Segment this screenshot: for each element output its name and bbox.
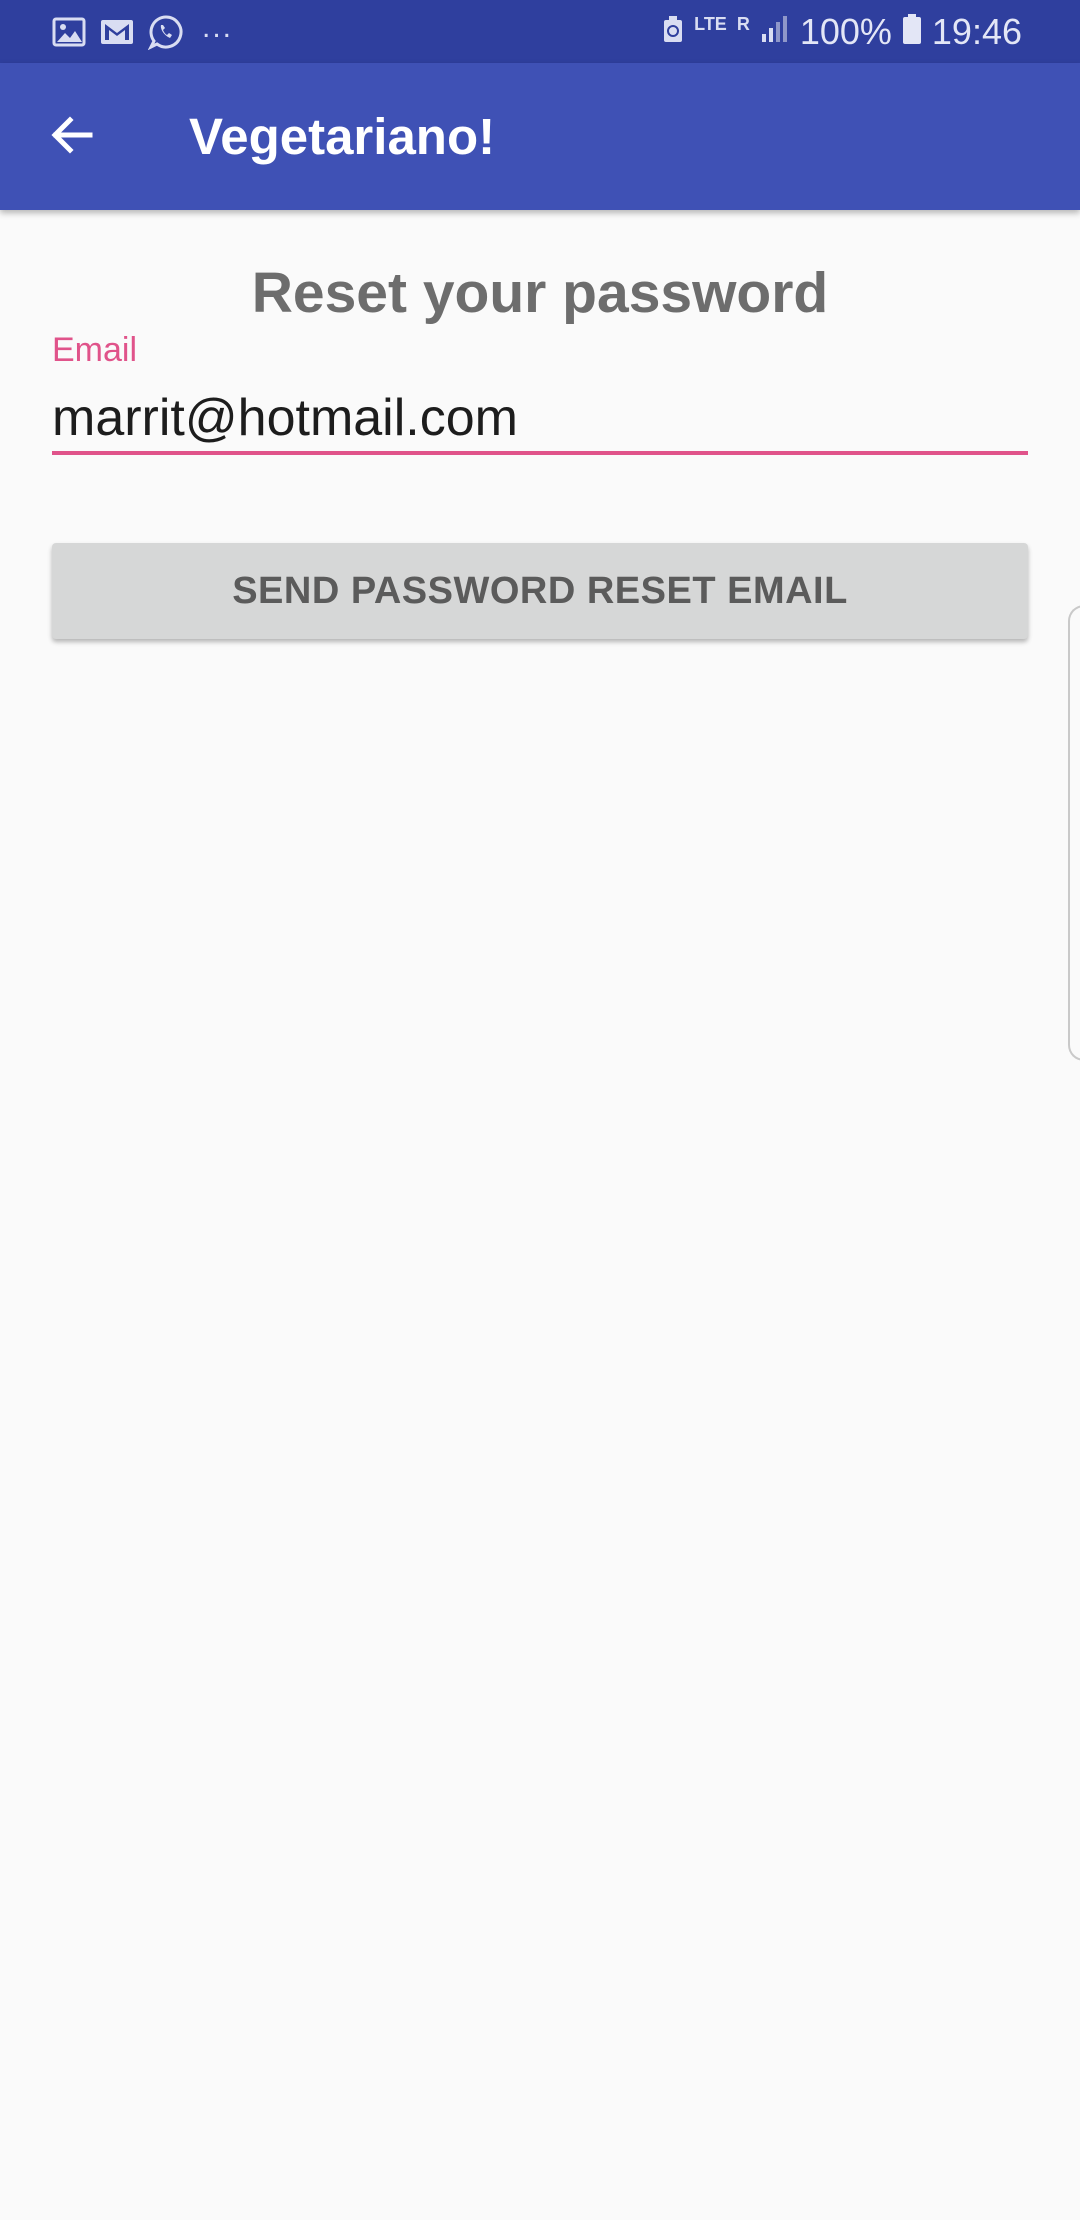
email-field[interactable] [52, 385, 1028, 455]
app-title: Vegetariano! [189, 108, 496, 165]
battery-percentage: 100% [799, 10, 892, 52]
signal-strength-icon [760, 14, 790, 49]
notification-icons: ... [52, 10, 233, 53]
status-bar: ... LTE R 100% 19:46 [0, 0, 1080, 63]
gmail-icon [100, 18, 134, 46]
roaming-indicator: R [736, 13, 750, 34]
back-button[interactable] [30, 95, 114, 179]
edge-panel-handle[interactable] [1068, 605, 1080, 1061]
sync-icon [662, 14, 684, 49]
battery-icon [902, 13, 922, 50]
email-field-label: Email [52, 331, 138, 369]
gallery-icon [52, 17, 86, 47]
whatsapp-icon [148, 14, 184, 50]
page-title: Reset your password [251, 261, 829, 325]
send-password-reset-email-button[interactable]: SEND PASSWORD RESET EMAIL [52, 543, 1028, 639]
network-type-label: LTE [694, 13, 727, 34]
more-notifications-indicator: ... [202, 10, 234, 44]
app-bar: Vegetariano! [0, 63, 1080, 210]
arrow-left-icon [48, 111, 96, 164]
clock: 19:46 [931, 10, 1022, 52]
system-status: LTE R 100% 19:46 [662, 10, 1022, 53]
